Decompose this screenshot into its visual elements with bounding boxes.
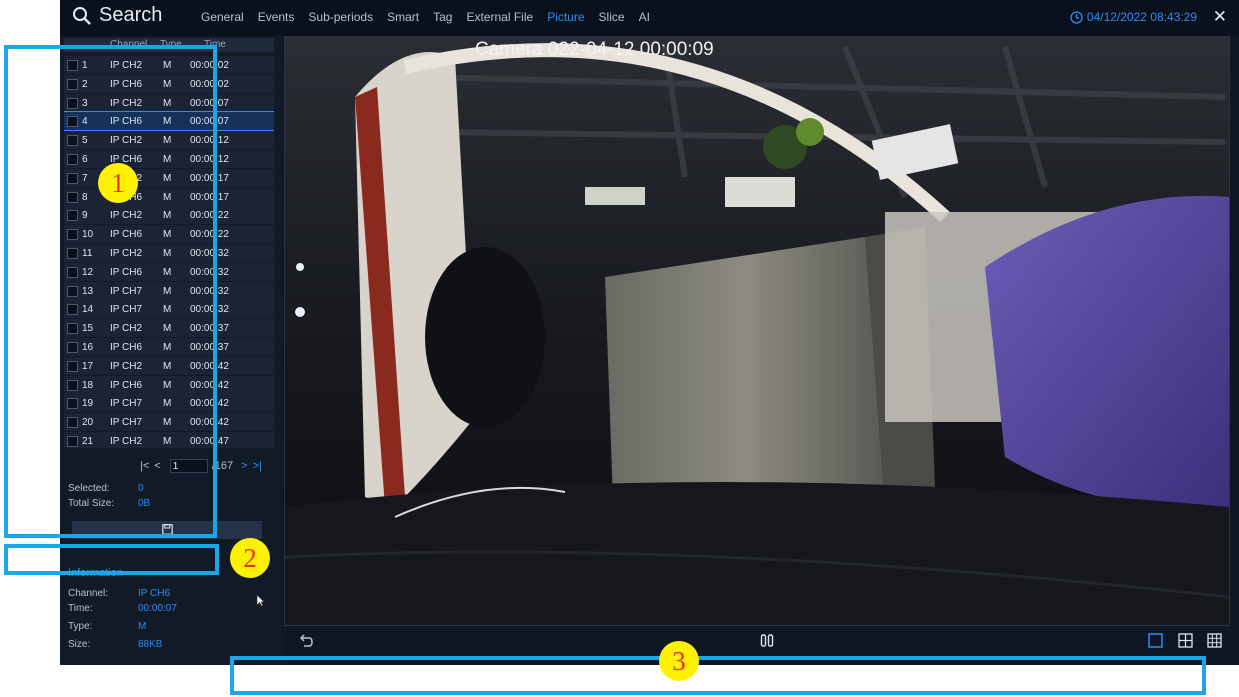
clock-icon: [1070, 10, 1083, 24]
clock-text: 04/12/2022 08:43:29: [1086, 10, 1197, 24]
info-time-label: Time:: [68, 603, 93, 614]
tab-slice[interactable]: Slice: [599, 10, 625, 24]
close-icon[interactable]: ✕: [1213, 7, 1227, 27]
page-title-text: Search: [99, 4, 163, 26]
info-channel-value: IP CH6: [138, 588, 171, 599]
callout-frame-1: [4, 45, 217, 538]
tab-sub-periods[interactable]: Sub-periods: [308, 10, 373, 24]
layout-1-icon[interactable]: [1148, 633, 1163, 648]
search-icon: [73, 6, 91, 25]
picture-preview[interactable]: Camera 022-04-12 00:00:09: [284, 36, 1230, 626]
info-size-value: 88KB: [138, 639, 163, 650]
layout-9-icon[interactable]: [1207, 633, 1222, 648]
callout-frame-3: [230, 656, 1206, 695]
callout-badge-1: 1: [98, 163, 138, 203]
system-clock: 04/12/2022 08:43:29: [1070, 10, 1197, 24]
camera-snapshot: [285, 37, 1229, 625]
tab-events[interactable]: Events: [258, 10, 295, 24]
info-channel-label: Channel:: [68, 588, 109, 599]
tab-ai[interactable]: AI: [639, 10, 650, 24]
next-page-icon[interactable]: >: [241, 460, 247, 472]
back-icon[interactable]: [297, 633, 314, 650]
mouse-pointer-icon: [256, 594, 265, 607]
tab-general[interactable]: General: [201, 10, 244, 24]
info-type-label: Type:: [68, 621, 93, 632]
info-time-value: 00:00:07: [138, 603, 177, 614]
layout-4-icon[interactable]: [1178, 633, 1193, 648]
info-channel: Channel: IP CH6: [68, 588, 170, 599]
last-page-icon[interactable]: >|: [253, 460, 262, 472]
tab-tag[interactable]: Tag: [433, 10, 452, 24]
tab-picture[interactable]: Picture: [547, 10, 584, 24]
camera-timestamp-overlay: Camera 022-04-12 00:00:09: [475, 39, 714, 60]
info-time: Time: 00:00:07: [68, 603, 177, 614]
info-type: Type: M: [68, 621, 146, 632]
info-size-label: Size:: [68, 639, 91, 650]
tab-bar: General Events Sub-periods Smart Tag Ext…: [201, 10, 664, 24]
page-title: Search: [72, 4, 162, 27]
callout-badge-2: 2: [230, 538, 270, 578]
info-size: Size: 88KB: [68, 639, 162, 650]
info-type-value: M: [138, 621, 147, 632]
callout-badge-3: 3: [659, 641, 699, 681]
tab-external-file[interactable]: External File: [466, 10, 533, 24]
tab-smart[interactable]: Smart: [387, 10, 419, 24]
pause-icon[interactable]: [760, 633, 774, 649]
callout-frame-2: [4, 544, 219, 575]
top-bar: Search General Events Sub-periods Smart …: [60, 0, 1239, 36]
